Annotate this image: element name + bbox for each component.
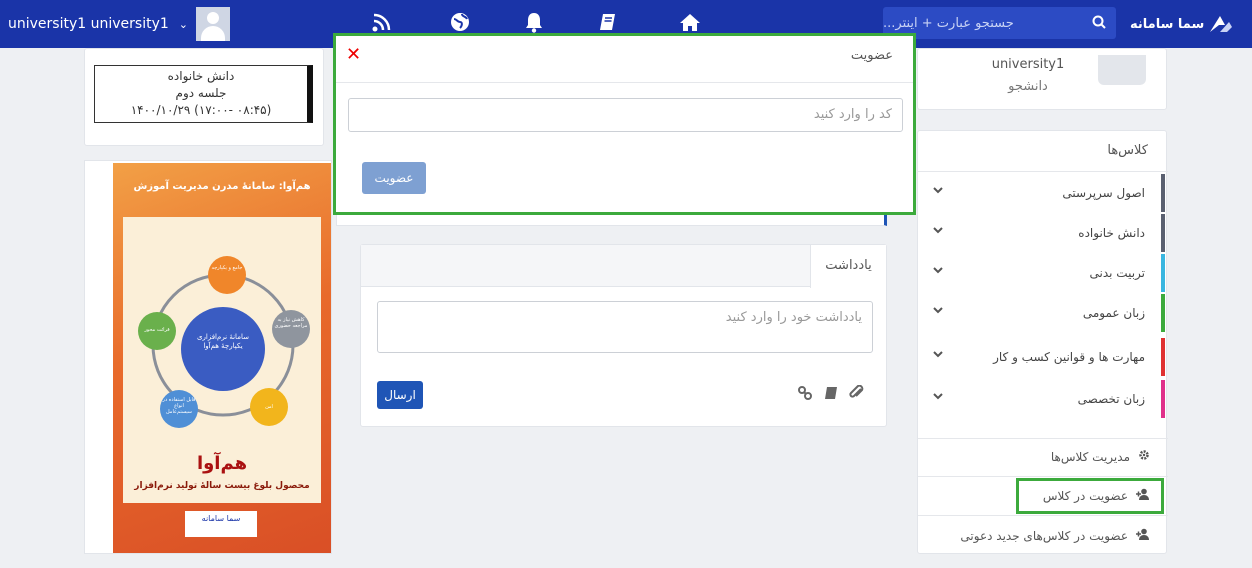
session-info[interactable]: دانش خانواده جلسه دوم ۱۴۰۰/۱۰/۲۹ (۱۷:۰۰-… <box>94 65 313 123</box>
class-item-label: زبان عمومی <box>1082 306 1145 320</box>
username: university1 university1 <box>8 16 169 32</box>
book-icon[interactable] <box>823 385 839 404</box>
join-submit-button[interactable]: عضویت <box>362 162 426 194</box>
class-item[interactable]: زبان تخصصی <box>918 380 1165 418</box>
poster-node-2: کاهش نیاز به مراجعه حضوری <box>274 317 308 329</box>
join-invited-label: عضویت در کلاس‌های جدید دعوتی <box>960 528 1128 543</box>
gear-icon <box>1138 449 1150 464</box>
class-item-label: دانش خانواده <box>1078 226 1145 240</box>
join-class-modal: عضویت ✕ کد را وارد کنید عضویت <box>333 33 916 215</box>
add-user-icon <box>1136 528 1150 543</box>
class-code-input[interactable]: کد را وارد کنید <box>348 98 903 132</box>
poster-center-text: سامانهٔ نرم‌افزاری یکپارچهٔ هم‌آوا <box>197 333 249 350</box>
poster-subtitle: محصول بلوغ بیست سالهٔ تولید نرم‌افزار <box>134 481 310 491</box>
class-item-label: تربیت بدنی <box>1089 266 1146 280</box>
profile-avatar <box>1098 55 1146 85</box>
chevron-down-icon[interactable] <box>932 348 944 363</box>
poster-banner: هم‌آوا: سامانهٔ مدرن مدیریت آموزش <box>133 181 311 192</box>
poster-logo: سما سامانه <box>185 511 257 537</box>
classes-title: کلاس‌ها <box>1107 143 1148 158</box>
send-button[interactable]: ارسال <box>377 381 423 409</box>
user-menu[interactable]: university1 university1 ⌄ <box>8 0 230 48</box>
search-icon[interactable] <box>1092 15 1106 33</box>
search-placeholder: جستجو عبارت + اینتر... <box>883 15 1014 31</box>
session-card: دانش خانواده جلسه دوم ۱۴۰۰/۱۰/۲۹ (۱۷:۰۰-… <box>84 48 324 146</box>
chevron-down-icon[interactable] <box>932 224 944 239</box>
globe-icon[interactable] <box>446 8 474 36</box>
bell-icon[interactable] <box>520 8 548 36</box>
note-card: یادداشت یادداشت خود را وارد کنید ارسال <box>360 244 887 427</box>
note-toolbar <box>797 384 865 404</box>
join-class-highlight <box>1016 478 1164 514</box>
poster-node-5: قرائت محور <box>144 327 170 333</box>
manage-classes-link[interactable]: مدیریت کلاس‌ها <box>1051 449 1150 464</box>
class-item-label: زبان تخصصی <box>1077 392 1145 406</box>
note-tabs: یادداشت <box>361 245 886 288</box>
class-item-label: اصول سرپرستی <box>1062 186 1145 200</box>
poster-node-3: امن <box>265 404 273 410</box>
class-item[interactable]: زبان عمومی <box>918 294 1165 332</box>
close-icon[interactable]: ✕ <box>346 44 361 65</box>
poster-node-4: قابل استفاده در انواع سیستم‌عامل <box>162 397 196 415</box>
session-class-name: دانش خانواده <box>167 69 235 83</box>
home-icon[interactable] <box>676 8 704 36</box>
poster-title: هم‌آوا <box>196 453 248 474</box>
underlying-card-edge <box>336 214 887 226</box>
brand-logo[interactable]: سما سامانه <box>1130 12 1234 36</box>
book-icon[interactable] <box>594 8 622 36</box>
chevron-down-icon[interactable] <box>932 390 944 405</box>
tab-note[interactable]: یادداشت <box>810 245 886 288</box>
join-invited-classes-link[interactable]: عضویت در کلاس‌های جدید دعوتی <box>960 528 1150 543</box>
session-name: جلسه دوم <box>175 86 227 100</box>
logo-text: سما سامانه <box>1130 16 1205 32</box>
avatar <box>195 7 230 41</box>
chevron-down-icon[interactable] <box>932 264 944 279</box>
logo-mark-icon <box>1210 16 1233 32</box>
chevron-down-icon: ⌄ <box>178 17 188 31</box>
search-input[interactable]: جستجو عبارت + اینتر... <box>883 7 1116 39</box>
manage-classes-label: مدیریت کلاس‌ها <box>1050 449 1130 464</box>
class-item[interactable]: تربیت بدنی <box>918 254 1165 292</box>
note-input[interactable]: یادداشت خود را وارد کنید <box>377 301 873 353</box>
session-datetime: ۱۴۰۰/۱۰/۲۹ (۱۷:۰۰- ۰۸:۴۵) <box>130 103 272 117</box>
rss-icon[interactable] <box>368 8 396 36</box>
class-item[interactable]: دانش خانواده <box>918 214 1165 252</box>
profile-role: دانشجو <box>1008 79 1048 94</box>
chevron-down-icon[interactable] <box>932 304 944 319</box>
class-item-label: مهارت ها و قوانین کسب و کار <box>993 350 1145 364</box>
poster-image: هم‌آوا: سامانهٔ مدرن مدیریت آموزش سامانه… <box>113 163 331 553</box>
attachment-icon[interactable] <box>849 384 865 404</box>
class-item[interactable]: مهارت ها و قوانین کسب و کار <box>918 338 1165 376</box>
class-item[interactable]: اصول سرپرستی <box>918 174 1165 212</box>
modal-title: عضویت <box>850 48 893 63</box>
link-icon[interactable] <box>797 385 813 404</box>
promo-poster: هم‌آوا: سامانهٔ مدرن مدیریت آموزش سامانه… <box>84 160 332 554</box>
profile-card: university1 دانشجو <box>917 48 1167 110</box>
poster-node-1: جامع و یکپارچه <box>211 265 243 271</box>
chevron-down-icon[interactable] <box>932 184 944 199</box>
profile-name: university1 <box>991 57 1065 72</box>
